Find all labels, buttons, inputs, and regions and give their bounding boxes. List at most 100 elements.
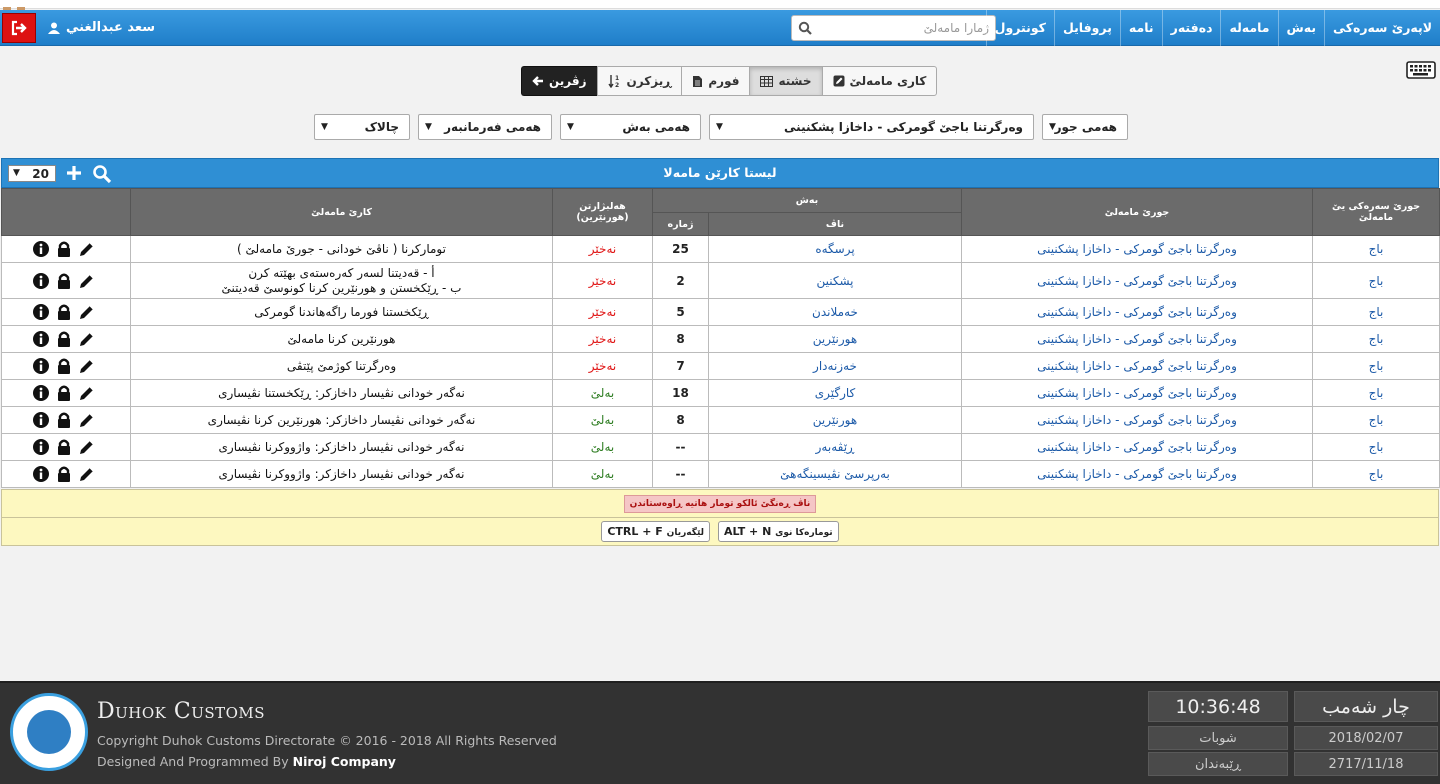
cell-main-type[interactable]: باج	[1312, 460, 1440, 488]
edit-icon[interactable]	[78, 240, 96, 258]
work-list-table: جورێ سەرەکی یێ مامەلێ جورێ مامەلێ بەش هە…	[1, 188, 1440, 488]
cell-section-name[interactable]: کارگێری	[708, 379, 962, 407]
tab-table[interactable]: خشتە	[749, 66, 822, 96]
tab-table-label: خشتە	[778, 74, 812, 88]
page-size-select[interactable]: ▼ 20	[8, 165, 56, 182]
kurdish-date: 2717/11/18	[1294, 752, 1438, 776]
cell-main-type[interactable]: باج	[1312, 325, 1440, 353]
cell-transaction-type[interactable]: وەرگرتنا باجێ گومرکی - داخازا پشکنینی	[961, 235, 1313, 263]
cell-main-type[interactable]: باج	[1312, 379, 1440, 407]
table-icon	[760, 75, 774, 87]
info-icon[interactable]	[32, 272, 50, 290]
lock-icon[interactable]	[55, 272, 73, 290]
lock-icon[interactable]	[55, 357, 73, 375]
cell-transaction-type[interactable]: وەرگرتنا باجێ گومرکی - داخازا پشکنینی	[961, 352, 1313, 380]
nav-letters[interactable]: نامە	[1119, 10, 1162, 46]
cell-section-name[interactable]: هورنێرین	[708, 325, 962, 353]
cell-transaction-type[interactable]: وەرگرتنا باجێ گومرکی - داخازا پشکنینی	[961, 298, 1313, 326]
cell-main-type[interactable]: باج	[1312, 298, 1440, 326]
search-input[interactable]	[819, 19, 989, 37]
print-filter-select[interactable]: ▼ چالاک	[314, 114, 410, 140]
type-filter-select[interactable]: ▼ هەمی جور	[1042, 114, 1128, 140]
lock-icon[interactable]	[55, 303, 73, 321]
work-line: نەگەر خودانی نڤیسار داخازکر: واژووکرنا ن…	[218, 439, 465, 454]
cell-work: نەگەر خودانی نڤیسار داخازکر: واژووکرنا ن…	[130, 460, 553, 488]
info-icon[interactable]	[32, 438, 50, 456]
cell-section-name[interactable]: پشکنین	[708, 262, 962, 299]
cell-transaction-type[interactable]: وەرگرتنا باجێ گومرکی - داخازا پشکنینی	[961, 262, 1313, 299]
edit-icon[interactable]	[78, 438, 96, 456]
transaction-search[interactable]	[791, 15, 996, 41]
section-filter-select[interactable]: ▼ هەمی بەش	[560, 114, 701, 140]
col-transaction-type: جورێ مامەلێ	[961, 188, 1313, 236]
info-icon[interactable]	[32, 357, 50, 375]
cell-section-name[interactable]: ڕێڤەبەر	[708, 433, 962, 461]
sort-button[interactable]: 12 ڕیزکرن	[596, 66, 682, 96]
lock-icon[interactable]	[55, 411, 73, 429]
cell-main-type[interactable]: باج	[1312, 433, 1440, 461]
lock-icon[interactable]	[55, 330, 73, 348]
main-menu: لاپەرێ سەرەکی بەش مامەلە دەفتەر نامە پرو…	[985, 10, 1440, 46]
nav-registry[interactable]: دەفتەر	[1161, 10, 1221, 46]
cell-section-name[interactable]: هورنێرین	[708, 406, 962, 434]
kurdish-month-name: ڕێبەندان	[1148, 752, 1288, 776]
cell-section-number: 8	[652, 406, 709, 434]
table-row: باج وەرگرتنا باجێ گومرکی - داخازا پشکنینی…	[1, 379, 1440, 407]
lock-icon[interactable]	[55, 384, 73, 402]
nav-sections[interactable]: بەش	[1277, 10, 1325, 46]
cell-section-name[interactable]: بەرپرسێ نڤیسینگەهێ	[708, 460, 962, 488]
shortcut-search-badge: CTRL + F لێگەریان	[601, 521, 711, 542]
cell-transaction-type[interactable]: وەرگرتنا باجێ گومرکی - داخازا پشکنینی	[961, 460, 1313, 488]
cell-main-type[interactable]: باج	[1312, 235, 1440, 263]
top-navbar: سعد عبدالغني لاپەرێ سەرەکی بەش مامەلە دە…	[0, 10, 1440, 46]
lock-icon[interactable]	[55, 438, 73, 456]
cell-main-type[interactable]: باج	[1312, 262, 1440, 299]
edit-icon[interactable]	[78, 465, 96, 483]
employee-filter-select[interactable]: ▼ هەمی فەرمانبەر	[418, 114, 552, 140]
search-icon[interactable]	[92, 164, 112, 184]
search-icon[interactable]	[798, 21, 812, 35]
back-button[interactable]: زڤرین	[521, 66, 597, 96]
info-icon[interactable]	[32, 240, 50, 258]
info-icon[interactable]	[32, 303, 50, 321]
lock-icon[interactable]	[55, 465, 73, 483]
lock-icon[interactable]	[55, 240, 73, 258]
cell-transaction-type[interactable]: وەرگرتنا باجێ گومرکی - داخازا پشکنینی	[961, 433, 1313, 461]
work-line: نەگەر خودانی نڤیسار داخازکر: ڕێکخستنا نڤ…	[218, 385, 465, 400]
browser-bookmark-strip	[0, 0, 1440, 11]
tab-work[interactable]: کاری مامەلێ	[821, 66, 938, 96]
add-icon[interactable]	[65, 164, 83, 182]
nav-control[interactable]: کونترول	[985, 10, 1054, 46]
cell-section-number: 7	[652, 352, 709, 380]
cell-section-name[interactable]: پرسگەه	[708, 235, 962, 263]
cell-actions	[1, 325, 131, 353]
cell-choice: نەخێر	[552, 235, 653, 263]
info-icon[interactable]	[32, 330, 50, 348]
user-menu[interactable]: سعد عبدالغني	[48, 10, 155, 46]
nav-home[interactable]: لاپەرێ سەرەکی	[1324, 10, 1440, 46]
keyboard-icon[interactable]	[1406, 61, 1436, 79]
tab-form[interactable]: فورم	[681, 66, 750, 96]
edit-icon[interactable]	[78, 357, 96, 375]
cell-section-name[interactable]: خەزنەدار	[708, 352, 962, 380]
logout-button[interactable]	[2, 13, 36, 43]
cell-main-type[interactable]: باج	[1312, 406, 1440, 434]
cell-choice: نەخێر	[552, 325, 653, 353]
edit-icon[interactable]	[78, 303, 96, 321]
info-icon[interactable]	[32, 411, 50, 429]
cell-transaction-type[interactable]: وەرگرتنا باجێ گومرکی - داخازا پشکنینی	[961, 379, 1313, 407]
edit-icon[interactable]	[78, 330, 96, 348]
edit-icon[interactable]	[78, 384, 96, 402]
cell-main-type[interactable]: باج	[1312, 352, 1440, 380]
cell-transaction-type[interactable]: وەرگرتنا باجێ گومرکی - داخازا پشکنینی	[961, 325, 1313, 353]
edit-icon[interactable]	[78, 272, 96, 290]
cell-work: أ - قەدیتنا لسەر کەرەستەی بهێتە کرن ب - ڕ…	[130, 262, 553, 299]
nav-profile[interactable]: پروفایل	[1053, 10, 1120, 46]
info-icon[interactable]	[32, 465, 50, 483]
cell-transaction-type[interactable]: وەرگرتنا باجێ گومرکی - داخازا پشکنینی	[961, 406, 1313, 434]
nav-transactions[interactable]: مامەلە	[1220, 10, 1277, 46]
cell-section-name[interactable]: خەملاندن	[708, 298, 962, 326]
transaction-type-filter-select[interactable]: ▼ وەرگرتنا باجێ گومرکی - داخازا پشکنینی	[709, 114, 1034, 140]
info-icon[interactable]	[32, 384, 50, 402]
edit-icon[interactable]	[78, 411, 96, 429]
